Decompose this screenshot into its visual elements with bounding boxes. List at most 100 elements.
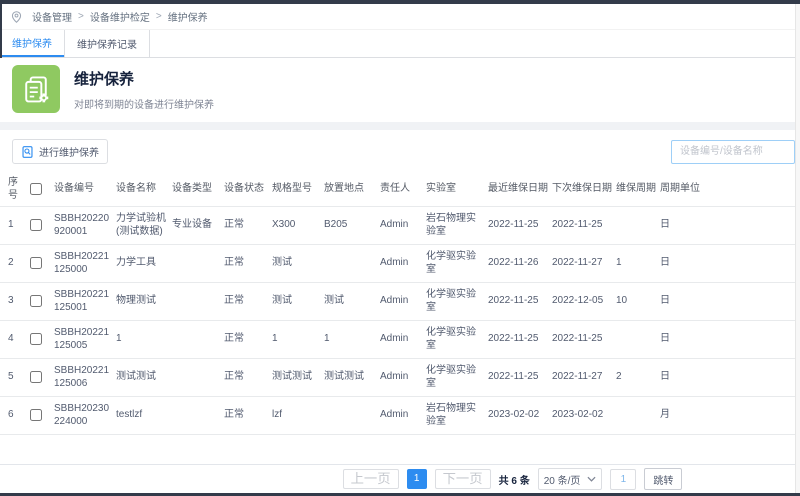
cell-last-date: 2022-11-25: [488, 321, 552, 359]
jump-button[interactable]: 跳转: [644, 468, 682, 490]
row-checkbox[interactable]: [30, 295, 42, 307]
row-checkbox[interactable]: [30, 333, 42, 345]
cell-owner: Admin: [380, 207, 426, 245]
cell-model: X300: [272, 207, 324, 245]
equipment-table: 序号 设备编号 设备名称 设备类型 设备状态 规格型号 放置地点 责任人 实验室…: [0, 173, 795, 435]
page-content: 维护保养 对即将到期的设备进行维护保养 进行维护保养: [0, 58, 795, 493]
cell-type: 专业设备: [172, 207, 224, 245]
page-size-value: 20 条/页: [544, 472, 581, 487]
cell-checkbox: [30, 397, 54, 435]
column-header-lab: 实验室: [426, 173, 488, 207]
vertical-scrollbar[interactable]: [795, 4, 800, 493]
jump-page-input[interactable]: [610, 469, 636, 490]
cell-checkbox: [30, 207, 54, 245]
cell-owner: Admin: [380, 397, 426, 435]
cell-code: SBBH20221125001: [54, 283, 116, 321]
row-checkbox[interactable]: [30, 371, 42, 383]
cell-lab: 化学驱实验室: [426, 245, 488, 283]
cell-cycle: 1: [616, 245, 660, 283]
page-header: 维护保养 对即将到期的设备进行维护保养: [0, 58, 795, 122]
cell-status: 正常: [224, 207, 272, 245]
maintain-button-label: 进行维护保养: [39, 144, 99, 159]
cell-lab: 岩石物理实验室: [426, 397, 488, 435]
tab-maintenance[interactable]: 维护保养: [0, 30, 64, 57]
column-header-unit: 周期单位: [660, 173, 795, 207]
cell-model: 测试测试: [272, 359, 324, 397]
toolbar: 进行维护保养: [0, 130, 795, 173]
cell-next-date: 2022-11-27: [552, 359, 616, 397]
cell-unit: 日: [660, 283, 795, 321]
cell-type: [172, 321, 224, 359]
cell-last-date: 2022-11-25: [488, 207, 552, 245]
cell-next-date: 2022-12-05: [552, 283, 616, 321]
breadcrumb-separator: >: [156, 11, 162, 22]
cell-index: 6: [0, 397, 30, 435]
tab-maintenance-records[interactable]: 维护保养记录: [64, 30, 150, 57]
cell-next-date: 2023-02-02: [552, 397, 616, 435]
cell-lab: 化学驱实验室: [426, 321, 488, 359]
cell-type: [172, 359, 224, 397]
column-header-owner: 责任人: [380, 173, 426, 207]
main-card: 进行维护保养 序号 设备编号 设备名称 设备类型: [0, 130, 795, 464]
table-body: 1SBBH20220920001力学试验机(测试数据)专业设备正常X300B20…: [0, 207, 795, 435]
cell-cycle: [616, 397, 660, 435]
cell-cycle: [616, 207, 660, 245]
column-header-model: 规格型号: [272, 173, 324, 207]
table-row: 4SBBH202211250051正常11Admin化学驱实验室2022-11-…: [0, 321, 795, 359]
select-all-checkbox[interactable]: [30, 183, 42, 195]
cell-name: testlzf: [116, 397, 172, 435]
row-checkbox[interactable]: [30, 219, 42, 231]
table-row: 6SBBH20230224000testlzf正常lzfAdmin岩石物理实验室…: [0, 397, 795, 435]
cell-index: 3: [0, 283, 30, 321]
page-subtitle: 对即将到期的设备进行维护保养: [74, 96, 214, 111]
cell-next-date: 2022-11-27: [552, 245, 616, 283]
total-count: 共 6 条: [499, 472, 530, 487]
column-header-cycle: 维保周期: [616, 173, 660, 207]
cell-name: 测试测试: [116, 359, 172, 397]
column-header-index: 序号: [0, 173, 30, 207]
cell-last-date: 2023-02-02: [488, 397, 552, 435]
search-input[interactable]: [671, 140, 795, 164]
cell-model: 测试: [272, 283, 324, 321]
cell-owner: Admin: [380, 245, 426, 283]
table-row: 3SBBH20221125001物理测试正常测试测试Admin化学驱实验室202…: [0, 283, 795, 321]
cell-location: 测试测试: [324, 359, 380, 397]
cell-status: 正常: [224, 321, 272, 359]
cell-cycle: [616, 321, 660, 359]
cell-code: SBBH20220920001: [54, 207, 116, 245]
cell-lab: 化学驱实验室: [426, 283, 488, 321]
cell-unit: 日: [660, 245, 795, 283]
page-title: 维护保养: [74, 68, 214, 89]
cell-location: 测试: [324, 283, 380, 321]
breadcrumb-item-equipment[interactable]: 设备管理: [32, 9, 72, 24]
column-header-name: 设备名称: [116, 173, 172, 207]
cell-checkbox: [30, 359, 54, 397]
cell-location: [324, 245, 380, 283]
maintain-button[interactable]: 进行维护保养: [12, 139, 108, 164]
cell-name: 物理测试: [116, 283, 172, 321]
prev-page-button[interactable]: 上一页: [343, 469, 399, 489]
column-header-code: 设备编号: [54, 173, 116, 207]
cell-index: 2: [0, 245, 30, 283]
cell-index: 5: [0, 359, 30, 397]
cell-unit: 日: [660, 207, 795, 245]
cell-unit: 日: [660, 359, 795, 397]
cell-model: 测试: [272, 245, 324, 283]
cell-type: [172, 245, 224, 283]
cell-unit: 月: [660, 397, 795, 435]
cell-name: 1: [116, 321, 172, 359]
page-size-select[interactable]: 20 条/页: [538, 468, 603, 490]
cell-status: 正常: [224, 397, 272, 435]
page-number-1[interactable]: 1: [407, 469, 427, 489]
cell-index: 1: [0, 207, 30, 245]
row-checkbox[interactable]: [30, 257, 42, 269]
table-header-row: 序号 设备编号 设备名称 设备类型 设备状态 规格型号 放置地点 责任人 实验室…: [0, 173, 795, 207]
breadcrumb-separator: >: [78, 11, 84, 22]
cell-model: 1: [272, 321, 324, 359]
chevron-down-icon: [587, 476, 596, 482]
breadcrumb-item-maintenance-check[interactable]: 设备维护检定: [90, 9, 150, 24]
cell-status: 正常: [224, 359, 272, 397]
row-checkbox[interactable]: [30, 409, 42, 421]
next-page-button[interactable]: 下一页: [435, 469, 491, 489]
cell-type: [172, 397, 224, 435]
